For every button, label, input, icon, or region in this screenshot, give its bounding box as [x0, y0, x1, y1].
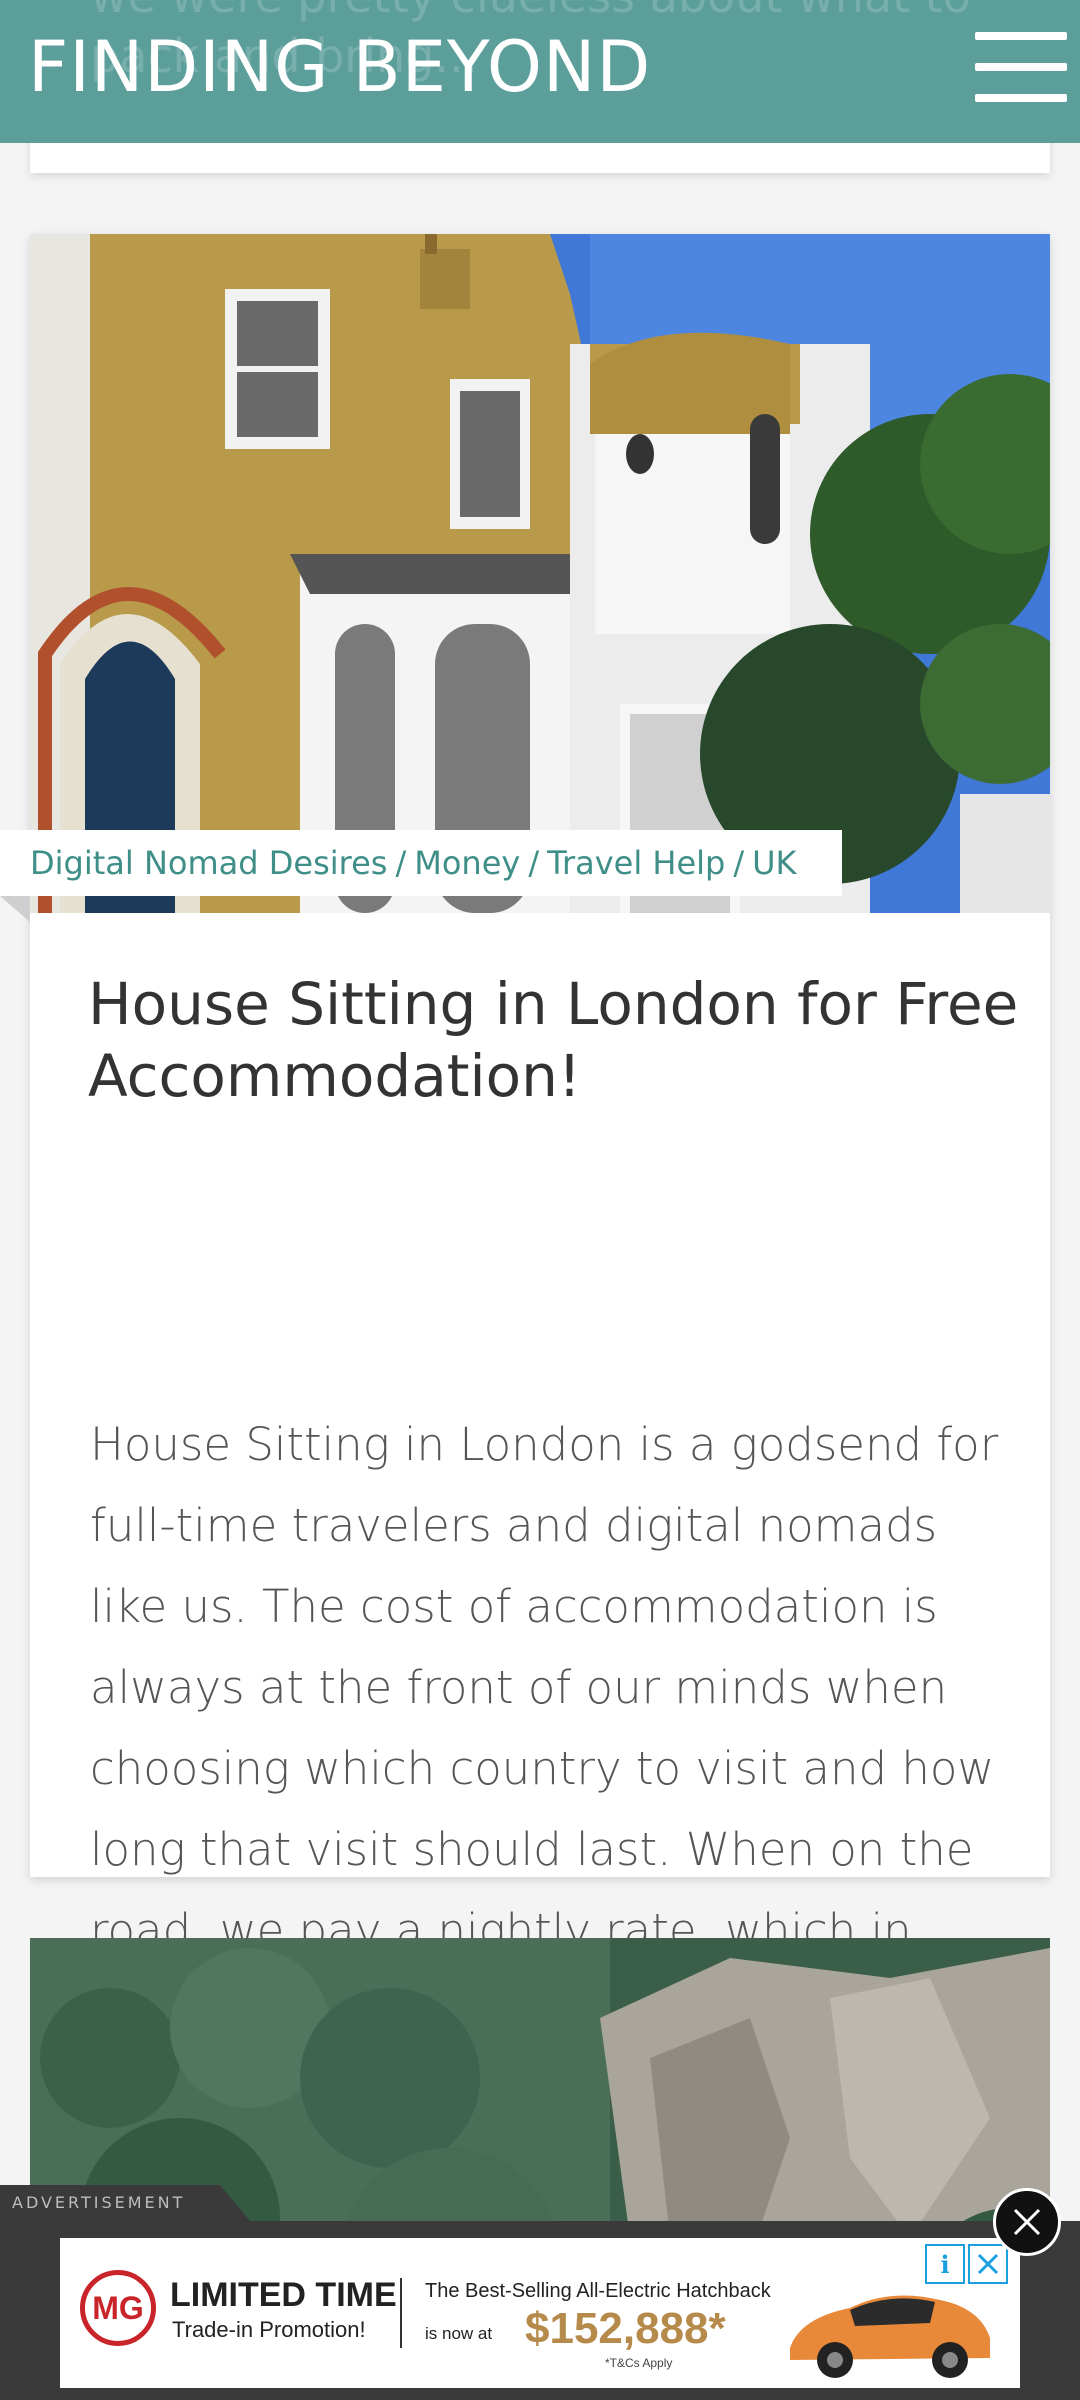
ad-dismiss-icon[interactable] [968, 2244, 1008, 2284]
article-title[interactable]: House Sitting in London for Free Accommo… [88, 968, 1028, 1112]
london-houses-illustration [30, 234, 1050, 913]
category-breadcrumb: Digital Nomad Desires / Money / Travel H… [0, 830, 842, 896]
ad-price: $152,888* [525, 2304, 726, 2353]
article-featured-image[interactable] [30, 234, 1050, 913]
ad-terms: *T&Cs Apply [605, 2356, 673, 2370]
site-header: we were pretty clueless about what to pa… [0, 0, 1080, 143]
ad-best-selling-text: The Best-Selling All-Electric Hatchback [425, 2280, 771, 2302]
ad-subline: Trade-in Promotion! [172, 2317, 366, 2342]
site-title[interactable]: FINDING BEYOND [28, 26, 651, 108]
category-link-digital-nomad-desires[interactable]: Digital Nomad Desires [30, 844, 387, 882]
category-link-money[interactable]: Money [414, 844, 520, 882]
category-link-uk[interactable]: UK [752, 844, 796, 882]
ad-now-at-text: is now at [425, 2324, 493, 2343]
hamburger-menu-icon[interactable] [975, 30, 1067, 104]
ad-banner[interactable]: MG LIMITED TIME Trade-in Promotion! The … [60, 2238, 1020, 2388]
ad-close-icon[interactable] [993, 2188, 1061, 2256]
ad-headline: LIMITED TIME [170, 2276, 397, 2314]
category-separator: / [733, 844, 745, 882]
category-ribbon-fold [0, 896, 30, 922]
ad-label: ADVERTISEMENT [12, 2193, 186, 2212]
mg-logo: MG [80, 2270, 156, 2346]
menu-bar [975, 94, 1067, 102]
menu-bar [975, 63, 1067, 71]
article-card[interactable]: Digital Nomad Desires / Money / Travel H… [0, 234, 1050, 2038]
menu-bar [975, 32, 1067, 40]
category-separator: / [395, 844, 407, 882]
ad-info-icon[interactable]: i [925, 2244, 965, 2284]
category-separator: / [528, 844, 540, 882]
ad-divider [400, 2278, 402, 2348]
car-image [790, 2295, 990, 2378]
category-link-travel-help[interactable]: Travel Help [547, 844, 725, 882]
